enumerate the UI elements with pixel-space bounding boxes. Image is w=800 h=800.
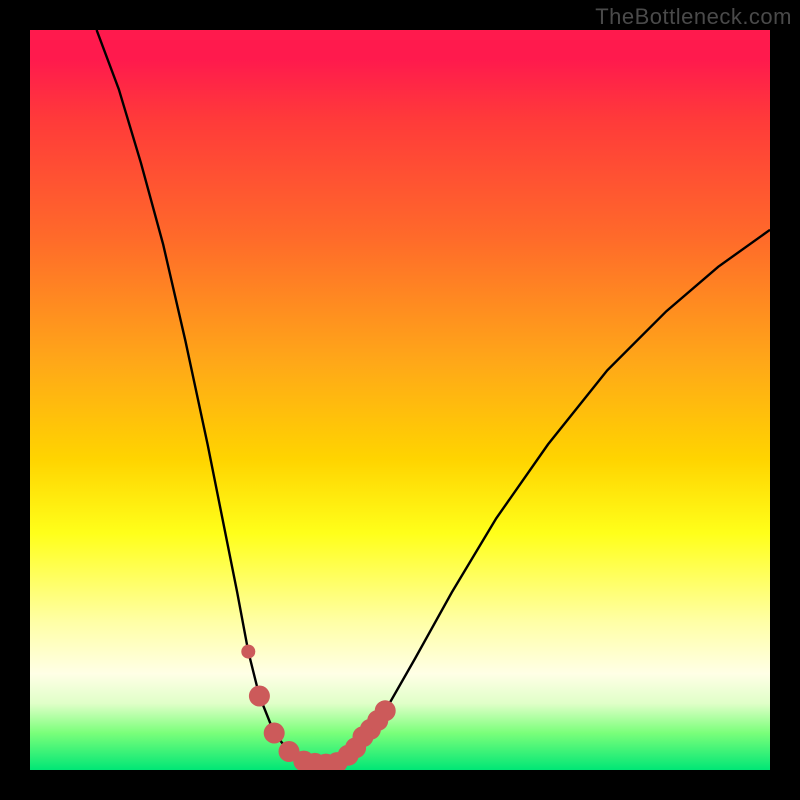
bottleneck-curve — [97, 30, 770, 764]
marker-dot — [264, 723, 285, 744]
marker-dot — [241, 645, 255, 659]
chart-frame: TheBottleneck.com — [0, 0, 800, 800]
plot-area — [30, 30, 770, 770]
watermark-text: TheBottleneck.com — [595, 4, 792, 30]
marker-dot — [375, 700, 396, 721]
curve-left — [97, 30, 326, 764]
curve-layer — [30, 30, 770, 770]
curve-right — [326, 230, 770, 764]
marker-dot — [249, 686, 270, 707]
